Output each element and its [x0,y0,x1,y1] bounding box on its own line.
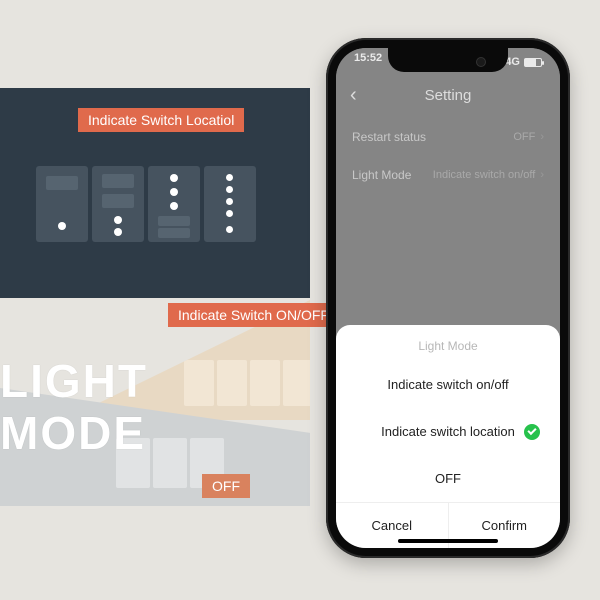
row-restart-status[interactable]: Restart status OFF › [336,118,560,156]
promo-title-line1: LIGHT [0,358,148,404]
phone-screen: 15:52 4G ‹ Setting Restart status OFF › … [336,48,560,548]
home-indicator[interactable] [398,539,498,543]
tag-onoff: Indicate Switch ON/OFF [168,303,339,327]
chevron-right-icon: › [540,131,544,143]
switch-2 [92,166,144,242]
promo-title: LIGHT MODE [0,358,148,456]
row-value: Indicate switch on/off [433,169,536,181]
promo-collage: Indicate Switch Locatiol Indicate Switch… [0,88,340,518]
row-label: Light Mode [352,168,411,182]
promo-panel-dark: Indicate Switch Locatiol [0,88,310,298]
row-light-mode[interactable]: Light Mode Indicate switch on/off › [336,156,560,194]
tag-off: OFF [202,474,250,498]
option-off[interactable]: OFF [336,455,560,502]
option-location[interactable]: Indicate switch location [336,408,560,455]
page-title: Setting [425,87,472,104]
switch-3 [148,166,200,242]
phone-frame: 15:52 4G ‹ Setting Restart status OFF › … [326,38,570,558]
switch-row [36,166,256,242]
switch-1 [36,166,88,242]
battery-icon [524,58,542,67]
row-value: OFF [513,131,535,143]
status-time: 15:52 [354,52,382,72]
option-onoff[interactable]: Indicate switch on/off [336,361,560,408]
option-label: Indicate switch location [381,424,515,439]
settings-list: Restart status OFF › Light Mode Indicate… [336,118,560,194]
light-mode-sheet: Light Mode Indicate switch on/off Indica… [336,325,560,548]
promo-title-line2: MODE [0,410,148,456]
chevron-right-icon: › [540,169,544,181]
switch-4 [204,166,256,242]
tag-location: Indicate Switch Locatiol [78,108,244,132]
sheet-title: Light Mode [336,339,560,353]
phone-notch [388,48,508,72]
check-icon [524,424,540,440]
row-label: Restart status [352,130,426,144]
nav-bar: ‹ Setting [336,76,560,114]
back-button[interactable]: ‹ [350,84,357,107]
option-label: OFF [435,471,461,486]
option-label: Indicate switch on/off [387,377,508,392]
